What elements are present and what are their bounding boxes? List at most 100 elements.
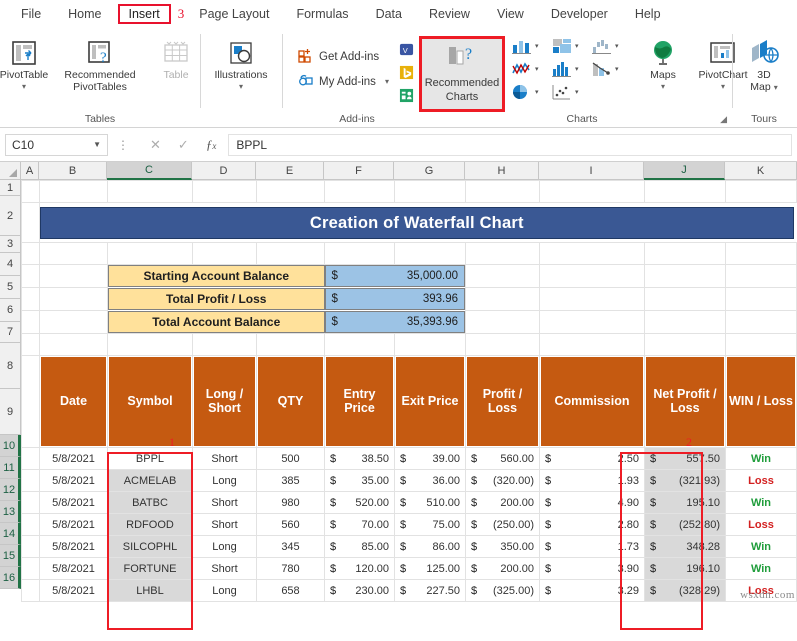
my-addins-button[interactable]: My Add-ins ▾ xyxy=(296,69,391,94)
row-header-5[interactable]: 5 xyxy=(0,276,21,299)
cell-symbol[interactable]: ACMELAB xyxy=(109,471,192,491)
cell-side[interactable]: Long xyxy=(194,581,256,601)
column-header-c[interactable]: C xyxy=(107,162,192,180)
ribbon-tab-developer[interactable]: Developer xyxy=(540,4,619,24)
cell-qty[interactable]: 560 xyxy=(258,515,324,535)
pie-chart-button[interactable]: ▾ xyxy=(511,83,551,101)
hierarchy-chart-button[interactable]: ▾ xyxy=(551,37,591,55)
ribbon-tab-review[interactable]: Review xyxy=(418,4,481,24)
cell-result[interactable]: Win xyxy=(727,449,796,469)
ribbon-tab-page-layout[interactable]: Page Layout xyxy=(188,4,280,24)
ribbon-tab-file[interactable]: File xyxy=(10,4,52,24)
cell-profit-loss[interactable]: $560.00 xyxy=(467,449,539,469)
cell-net-profit-loss[interactable]: $557.50 xyxy=(646,449,725,469)
maps-button[interactable]: Maps ▾ xyxy=(637,34,689,91)
column-header-b[interactable]: B xyxy=(39,162,107,180)
3d-map-button[interactable]: 3D Map ▾ xyxy=(736,34,792,94)
column-header-g[interactable]: G xyxy=(394,162,465,180)
cell-date[interactable]: 5/8/2021 xyxy=(41,493,107,513)
cell-commission[interactable]: $3.29 xyxy=(541,581,644,601)
cell-symbol[interactable]: RDFOOD xyxy=(109,515,192,535)
chevron-down-icon[interactable]: ▾ xyxy=(774,84,778,92)
statistic-chart-button[interactable]: ▾ xyxy=(551,60,591,78)
cell-net-profit-loss[interactable]: $348.28 xyxy=(646,537,725,557)
cell-date[interactable]: 5/8/2021 xyxy=(41,537,107,557)
cell-commission[interactable]: $4.90 xyxy=(541,493,644,513)
line-chart-button[interactable]: ▾ xyxy=(511,60,551,78)
chevron-down-icon[interactable]: ▾ xyxy=(22,82,26,91)
chevron-down-icon[interactable]: ▾ xyxy=(615,65,619,73)
cell-symbol[interactable]: SILCOPHL xyxy=(109,537,192,557)
chevron-down-icon[interactable]: ▾ xyxy=(535,65,539,73)
ribbon-tab-data[interactable]: Data xyxy=(365,4,413,24)
cell-exit-price[interactable]: $125.00 xyxy=(396,559,465,579)
ribbon-tab-view[interactable]: View xyxy=(486,4,535,24)
chevron-down-icon[interactable]: ▾ xyxy=(575,42,579,50)
cell-side[interactable]: Short xyxy=(194,493,256,513)
row-header-14[interactable]: 14 xyxy=(0,523,21,545)
column-header-e[interactable]: E xyxy=(256,162,324,180)
row-header-4[interactable]: 4 xyxy=(0,253,21,276)
recommended-charts-button[interactable]: ? Recommended Charts xyxy=(419,36,505,112)
row-header-8[interactable]: 8 xyxy=(0,343,21,389)
column-header-j[interactable]: J xyxy=(644,162,725,180)
column-header-a[interactable]: A xyxy=(21,162,39,180)
cell-symbol[interactable]: BPPL xyxy=(109,449,192,469)
chevron-down-icon[interactable]: ▾ xyxy=(661,82,665,91)
chevron-down-icon[interactable]: ▾ xyxy=(575,65,579,73)
ribbon-tab-insert[interactable]: Insert xyxy=(117,4,171,24)
column-header-h[interactable]: H xyxy=(465,162,539,180)
row-header-2[interactable]: 2 xyxy=(0,196,21,236)
cell-side[interactable]: Short xyxy=(194,449,256,469)
cell-result[interactable]: Loss xyxy=(727,471,796,491)
cell-profit-loss[interactable]: $ (250.00) xyxy=(467,515,539,535)
cell-commission[interactable]: $1.73 xyxy=(541,537,644,557)
cell-symbol[interactable]: LHBL xyxy=(109,581,192,601)
close-icon[interactable]: ✕ xyxy=(150,137,161,153)
cell-net-profit-loss[interactable]: $ (328.29) xyxy=(646,581,725,601)
chevron-down-icon[interactable]: ▾ xyxy=(615,42,619,50)
cell-date[interactable]: 5/8/2021 xyxy=(41,581,107,601)
waterfall-chart-button[interactable]: ▾ xyxy=(591,37,631,55)
fx-icon[interactable]: ƒx xyxy=(206,137,217,153)
cell-entry-price[interactable]: $70.00 xyxy=(326,515,394,535)
cell-result[interactable]: Loss xyxy=(727,515,796,535)
row-header-11[interactable]: 11 xyxy=(0,457,21,479)
column-header-k[interactable]: K xyxy=(725,162,797,180)
cell-result[interactable]: Win xyxy=(727,493,796,513)
row-header-15[interactable]: 15 xyxy=(0,545,21,567)
pivottable-button[interactable]: PivotTable ▾ xyxy=(0,34,60,91)
row-header-16[interactable]: 16 xyxy=(0,567,21,589)
row-header-3[interactable]: 3 xyxy=(0,236,21,253)
cell-profit-loss[interactable]: $ (320.00) xyxy=(467,471,539,491)
cell-side[interactable]: Long xyxy=(194,471,256,491)
row-header-9[interactable]: 9 xyxy=(0,389,21,435)
cell-entry-price[interactable]: $120.00 xyxy=(326,559,394,579)
chevron-down-icon[interactable]: ▾ xyxy=(385,78,389,86)
cell-net-profit-loss[interactable]: $ (321.93) xyxy=(646,471,725,491)
cell-qty[interactable]: 980 xyxy=(258,493,324,513)
chevron-down-icon[interactable]: ▾ xyxy=(239,82,243,91)
check-icon[interactable]: ✓ xyxy=(178,137,189,153)
get-addins-button[interactable]: Get Add-ins xyxy=(296,44,391,69)
select-all-corner[interactable] xyxy=(0,162,21,180)
cell-side[interactable]: Short xyxy=(194,559,256,579)
cell-qty[interactable]: 658 xyxy=(258,581,324,601)
chevron-down-icon[interactable]: ▾ xyxy=(575,88,579,96)
cell-symbol[interactable]: BATBC xyxy=(109,493,192,513)
cell-exit-price[interactable]: $39.00 xyxy=(396,449,465,469)
cell-exit-price[interactable]: $227.50 xyxy=(396,581,465,601)
cell-exit-price[interactable]: $75.00 xyxy=(396,515,465,535)
column-header-d[interactable]: D xyxy=(192,162,256,180)
chevron-down-icon[interactable]: ▾ xyxy=(535,42,539,50)
cell-commission[interactable]: $3.90 xyxy=(541,559,644,579)
column-chart-button[interactable]: ▾ xyxy=(511,37,551,55)
cell-symbol[interactable]: FORTUNE xyxy=(109,559,192,579)
ribbon-tab-formulas[interactable]: Formulas xyxy=(285,4,359,24)
cell-qty[interactable]: 780 xyxy=(258,559,324,579)
cell-commission[interactable]: $1.93 xyxy=(541,471,644,491)
row-header-12[interactable]: 12 xyxy=(0,479,21,501)
ribbon-tab-help[interactable]: Help xyxy=(624,4,672,24)
cell-profit-loss[interactable]: $200.00 xyxy=(467,559,539,579)
cell-entry-price[interactable]: $520.00 xyxy=(326,493,394,513)
